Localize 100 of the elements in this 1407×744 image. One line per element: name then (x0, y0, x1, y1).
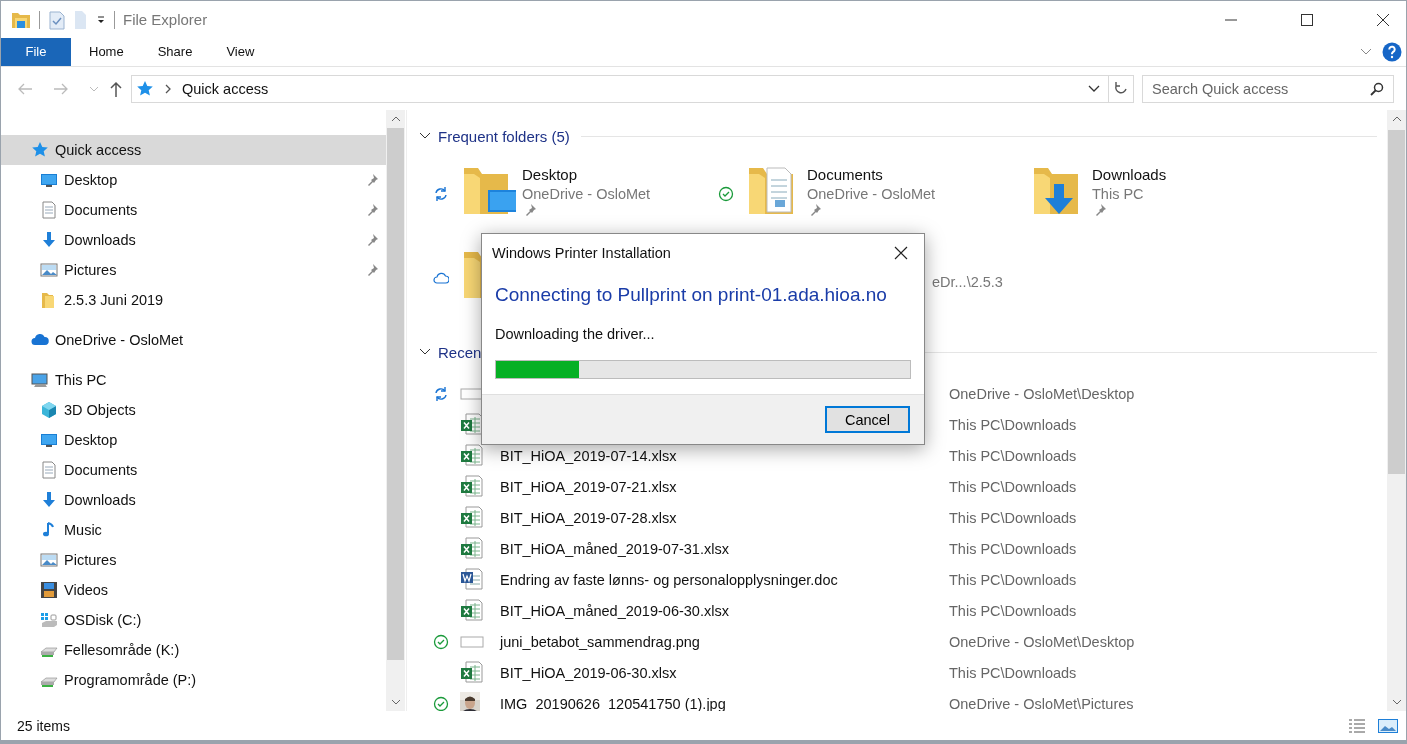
section-header[interactable]: Recen (438, 343, 482, 361)
sidebar-item[interactable]: Documents (1, 195, 386, 225)
folder-icon[interactable] (11, 10, 31, 29)
drive-icon (40, 611, 58, 629)
file-location: This PC\Downloads (949, 478, 1077, 495)
forward-arrow-icon[interactable] (53, 81, 69, 96)
help-icon[interactable] (1382, 42, 1402, 62)
folder-location: OneDrive - OsloMet (522, 186, 651, 202)
spreadsheet-icon (460, 505, 484, 530)
folder-name: Documents (807, 166, 884, 183)
file-name[interactable]: juni_betabot_sammendrag.png (500, 633, 949, 650)
sidebar-item[interactable]: Fellesområde (K:) (1, 635, 386, 665)
file-name[interactable]: BIT_HiOA_2019-07-14.xlsx (500, 447, 949, 464)
item-count: 25 items (17, 718, 70, 734)
scrollbar[interactable] (386, 110, 405, 711)
folder-location: eDr...\2.5.3 (932, 273, 1003, 290)
file-name[interactable]: Endring av faste lønns- og personalopplysninger.doc (500, 571, 949, 588)
chevron-up-icon[interactable] (390, 116, 401, 122)
dialog-heading: Connecting to Pullprint on print-01.ada.hioa.no (495, 284, 888, 306)
file-location: OneDrive - OsloMet\Desktop (949, 633, 1135, 650)
sidebar-item[interactable]: This PC (1, 365, 386, 395)
close-icon (894, 246, 908, 260)
star-icon (31, 141, 49, 159)
file-name[interactable]: BIT_HiOA_2019-07-28.xlsx (500, 509, 949, 526)
sidebar-item[interactable]: Downloads (1, 485, 386, 515)
status-message: Downloading the driver... (495, 326, 656, 342)
chevron-down-icon[interactable] (419, 348, 431, 356)
address-path: Quick access (182, 80, 269, 97)
chevron-up-icon[interactable] (1391, 116, 1402, 122)
download-arrow-icon (40, 231, 58, 249)
checkbox-icon[interactable] (48, 9, 66, 30)
file-name[interactable]: BIT_HiOA_2019-06-30.xlsx (500, 664, 949, 681)
sidebar-item[interactable]: Pictures (1, 545, 386, 575)
spreadsheet-icon (460, 536, 484, 561)
back-arrow-icon[interactable] (17, 81, 33, 96)
star-icon (136, 79, 154, 98)
monitor-icon (40, 431, 58, 449)
document-icon (40, 461, 58, 479)
file-location: This PC\Downloads (949, 509, 1077, 526)
file-name[interactable]: IMG_20190626_120541750 (1).jpg (500, 695, 949, 711)
sidebar-item[interactable]: Music (1, 515, 386, 545)
sidebar-item[interactable]: Programområde (P:) (1, 665, 386, 695)
file-name[interactable]: BIT_HiOA_2019-07-21.xlsx (500, 478, 949, 495)
sidebar-item[interactable]: OSDisk (C:) (1, 605, 386, 635)
sidebar-item[interactable]: OneDrive - OsloMet (1, 325, 386, 355)
maximize-icon (1301, 13, 1313, 26)
sidebar-item[interactable]: Quick access (1, 135, 386, 165)
file-menu-button[interactable]: File (1, 38, 71, 66)
address-bar[interactable]: Quick access (131, 74, 1109, 103)
chevron-down-icon[interactable] (1088, 84, 1100, 93)
sidebar-item[interactable]: Documents (1, 455, 386, 485)
file-location: This PC\Downloads (949, 571, 1077, 588)
folder-tile[interactable]: Downloads This PC (989, 162, 1274, 226)
close-icon (1377, 13, 1389, 26)
folder-location: OneDrive - OsloMet (807, 186, 936, 202)
sidebar-item[interactable]: Desktop (1, 425, 386, 455)
search-field[interactable]: Search Quick access (1142, 74, 1394, 103)
cube-icon (40, 401, 58, 419)
computer-icon (31, 371, 49, 389)
details-view-icon[interactable] (1348, 718, 1366, 734)
sidebar-item[interactable]: Pictures (1, 255, 386, 285)
scrollbar[interactable] (1387, 110, 1406, 711)
chevron-right-icon (164, 83, 172, 94)
sidebar-item[interactable]: 3D Objects (1, 395, 386, 425)
large-icons-view-icon[interactable] (1378, 718, 1398, 734)
ribbon-tab[interactable]: Share (141, 38, 209, 66)
folder-tile[interactable]: Desktop OneDrive - OsloMet (419, 162, 704, 226)
sidebar-item[interactable]: Desktop (1, 165, 386, 195)
folder-name: Downloads (1092, 166, 1167, 183)
folder-tile[interactable]: Documents OneDrive - OsloMet (704, 162, 989, 226)
refresh-button[interactable] (1109, 74, 1134, 103)
section-header[interactable]: Frequent folders (5) (438, 127, 570, 145)
spreadsheet-icon (460, 443, 484, 468)
file-location: OneDrive - OsloMet\Desktop (949, 385, 1135, 402)
film-icon (40, 581, 58, 599)
file-name[interactable]: BIT_HiOA_måned_2019-06-30.xlsx (500, 602, 949, 619)
cancel-button[interactable]: Cancel (825, 406, 910, 433)
sidebar-item[interactable]: 2.5.3 Juni 2019 (1, 285, 386, 315)
dropdown-icon[interactable] (96, 14, 106, 25)
word-document-icon (460, 567, 484, 592)
image-icon (40, 551, 58, 569)
sidebar-item[interactable]: Downloads (1, 225, 386, 255)
ribbon-tab[interactable]: Home (73, 38, 140, 66)
file-location: This PC\Downloads (949, 602, 1077, 619)
sidebar-item[interactable]: Videos (1, 575, 386, 605)
window-title: File Explorer (123, 11, 208, 28)
dialog-title: Windows Printer Installation (492, 245, 671, 261)
file-name[interactable]: BIT_HiOA_måned_2019-07-31.xlsx (500, 540, 949, 557)
download-arrow-icon (40, 491, 58, 509)
document-icon (40, 201, 58, 219)
file-location: This PC\Downloads (949, 447, 1077, 464)
chevron-down-icon[interactable] (419, 132, 431, 140)
monitor-icon (40, 171, 58, 189)
up-arrow-icon[interactable] (109, 80, 123, 97)
folder-name: Desktop (522, 166, 579, 183)
ribbon-tab[interactable]: View (210, 38, 271, 66)
file-location: OneDrive - OsloMet\Pictures (949, 695, 1134, 711)
spreadsheet-icon (460, 598, 484, 623)
file-location: This PC\Downloads (949, 540, 1077, 557)
search-icon (1370, 81, 1384, 96)
